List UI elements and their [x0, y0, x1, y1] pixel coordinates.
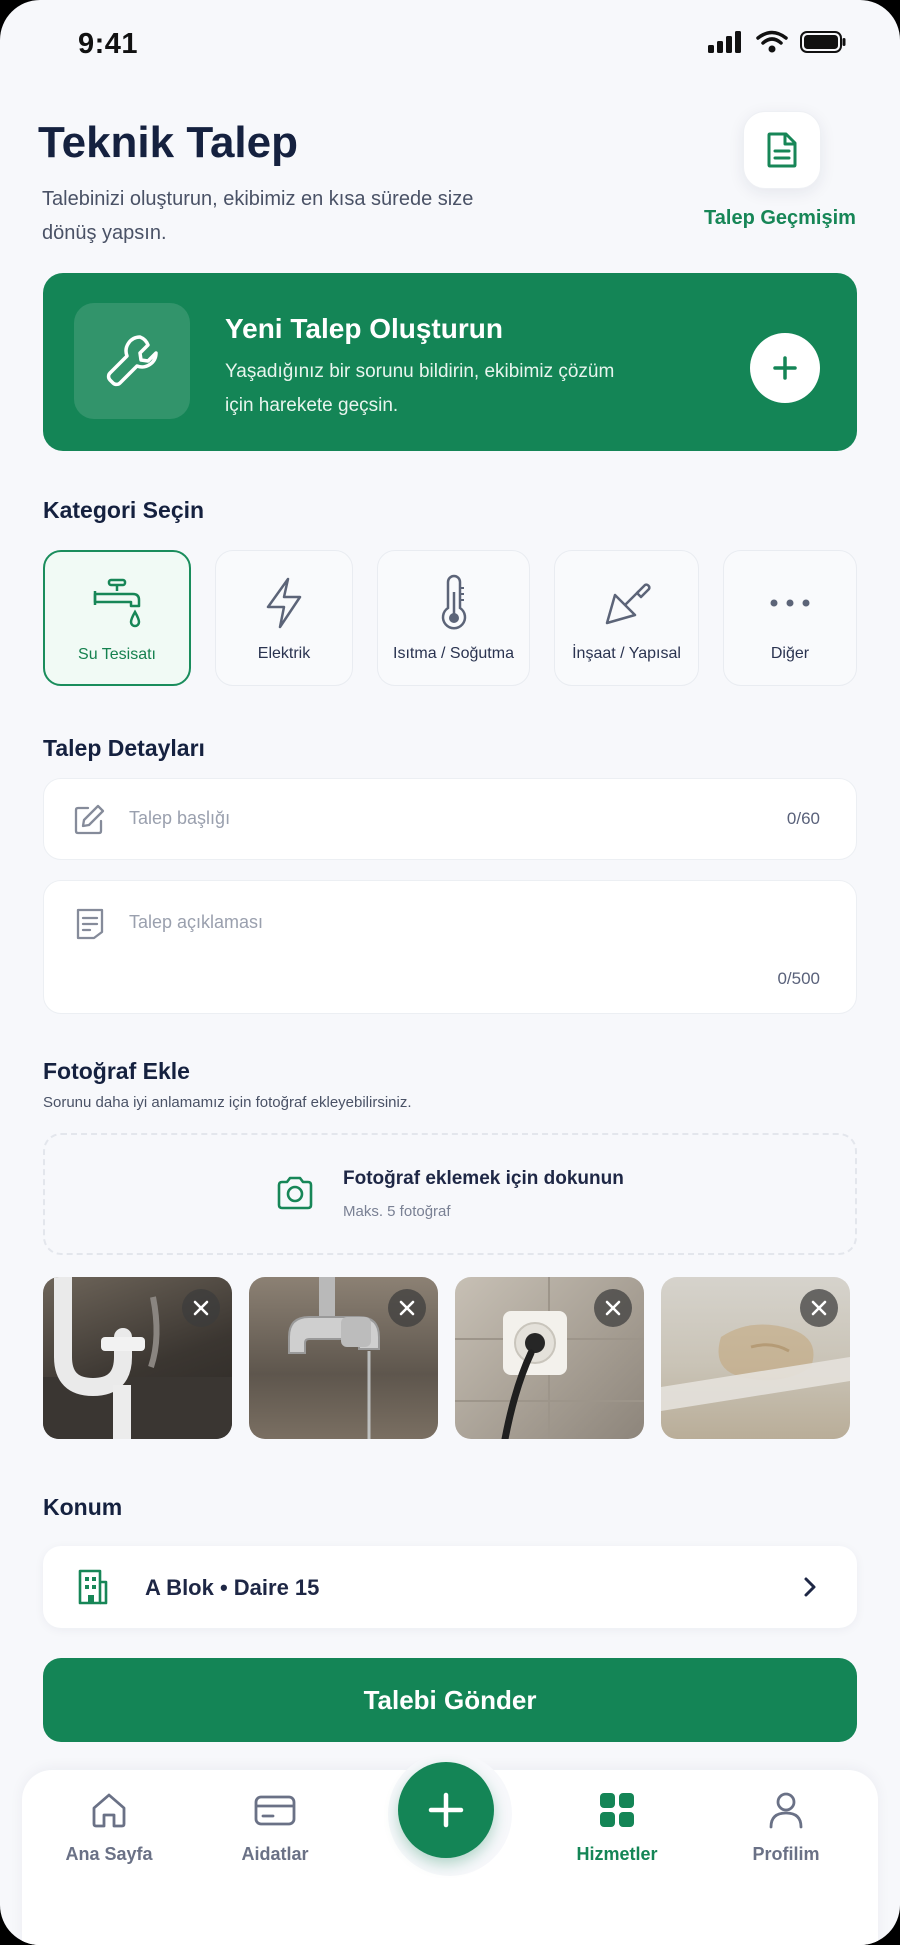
category-construction[interactable]: İnşaat / Yapısal [554, 550, 699, 686]
photo-thumb-faucet[interactable] [249, 1277, 438, 1439]
building-icon [78, 1569, 108, 1605]
page-subtitle: Talebinizi oluşturun, ekibimiz en kısa s… [42, 188, 474, 244]
category-plumbing[interactable]: Su Tesisatı [43, 550, 191, 686]
battery-icon [800, 31, 846, 53]
upload-subtitle: Maks. 5 fotoğraf [343, 1203, 451, 1220]
tab-home[interactable]: Ana Sayfa [39, 1790, 179, 1865]
request-history-button[interactable] [743, 111, 821, 189]
photos-subtitle: Sorunu daha iyi anlamamız için fotoğraf … [43, 1094, 412, 1111]
chevron-right-icon [804, 1577, 816, 1597]
photo-upload-area[interactable]: Fotoğraf eklemek için dokunun Maks. 5 fo… [43, 1133, 857, 1255]
category-heating-cooling[interactable]: Isıtma / Soğutma [377, 550, 530, 686]
tab-label: Hizmetler [576, 1844, 658, 1864]
grid-icon [600, 1793, 634, 1827]
edit-icon [74, 804, 105, 835]
category-label: Isıtma / Soğutma [393, 645, 514, 662]
signal-icon [708, 31, 741, 53]
home-icon [92, 1793, 126, 1828]
description-char-count: 0/500 [777, 969, 820, 988]
upload-title: Fotoğraf eklemek için dokunun [343, 1168, 624, 1189]
plus-icon [428, 1792, 464, 1828]
faucet-icon [89, 576, 145, 632]
location-value: A Blok • Daire 15 [145, 1575, 320, 1600]
description-placeholder: Talep açıklaması [129, 912, 264, 932]
category-electric[interactable]: Elektrik [215, 550, 353, 686]
hero-title: Yeni Talep Oluşturun [225, 313, 503, 344]
hero-description: Yaşadığınız bir sorunu bildirin, ekibimi… [225, 361, 615, 416]
details-section-title: Talep Detayları [43, 735, 205, 761]
tab-label: Profilim [752, 1844, 820, 1864]
plus-icon [773, 356, 797, 380]
remove-photo-button[interactable] [182, 1289, 220, 1327]
title-placeholder: Talep başlığı [129, 808, 231, 828]
category-label: İnşaat / Yapısal [572, 645, 681, 662]
remove-photo-button[interactable] [594, 1289, 632, 1327]
page-title: Teknik Talep [38, 118, 299, 167]
notes-icon [76, 908, 104, 940]
category-label: Diğer [770, 645, 810, 662]
request-history-label[interactable]: Talep Geçmişim [700, 207, 860, 230]
remove-photo-button[interactable] [388, 1289, 426, 1327]
wrench-icon [106, 335, 158, 387]
category-label: Su Tesisatı [78, 646, 156, 663]
screen: 9:41 Teknik Talep Talebinizi oluşturun, … [0, 0, 900, 1945]
location-selector[interactable]: A Blok • Daire 15 [43, 1546, 857, 1628]
lightning-icon [260, 575, 308, 631]
tab-label: Ana Sayfa [65, 1844, 153, 1864]
photo-thumb-sink-pipe[interactable] [43, 1277, 232, 1439]
wifi-icon [756, 30, 788, 53]
status-icons [708, 30, 846, 54]
tab-label: Aidatlar [241, 1844, 309, 1864]
card-icon [254, 1795, 296, 1826]
add-request-button[interactable] [750, 333, 820, 403]
tab-profile[interactable]: Profilim [716, 1790, 856, 1865]
document-icon [767, 132, 797, 168]
tab-services[interactable]: Hizmetler [547, 1790, 687, 1865]
remove-photo-button[interactable] [800, 1289, 838, 1327]
request-title-input[interactable]: Talep başlığı 0/60 [43, 778, 857, 860]
tab-dues[interactable]: Aidatlar [205, 1790, 345, 1865]
hero-icon-box [74, 303, 190, 419]
category-label: Elektrik [257, 645, 311, 662]
request-description-input[interactable]: Talep açıklaması 0/500 [43, 880, 857, 1014]
submit-request-button[interactable]: Talebi Gönder [43, 1658, 857, 1742]
camera-icon [277, 1176, 313, 1210]
category-other[interactable]: Diğer [723, 550, 857, 686]
close-icon [193, 1300, 209, 1316]
center-add-button[interactable] [398, 1762, 494, 1858]
status-time: 9:41 [78, 28, 139, 60]
close-icon [605, 1300, 621, 1316]
close-icon [811, 1300, 827, 1316]
photo-thumb-socket[interactable] [455, 1277, 644, 1439]
trowel-icon [599, 575, 655, 631]
more-icon [768, 575, 812, 631]
location-section-title: Konum [43, 1494, 123, 1520]
user-icon [769, 1792, 803, 1829]
photo-thumb-wall-stain[interactable] [661, 1277, 850, 1439]
new-request-card[interactable]: Yeni Talep Oluşturun Yaşadığınız bir sor… [43, 273, 857, 451]
close-icon [399, 1300, 415, 1316]
thermometer-icon [434, 574, 474, 631]
title-char-count: 0/60 [786, 809, 820, 828]
category-section-title: Kategori Seçin [43, 497, 205, 523]
photos-section-title: Fotoğraf Ekle [43, 1058, 190, 1084]
